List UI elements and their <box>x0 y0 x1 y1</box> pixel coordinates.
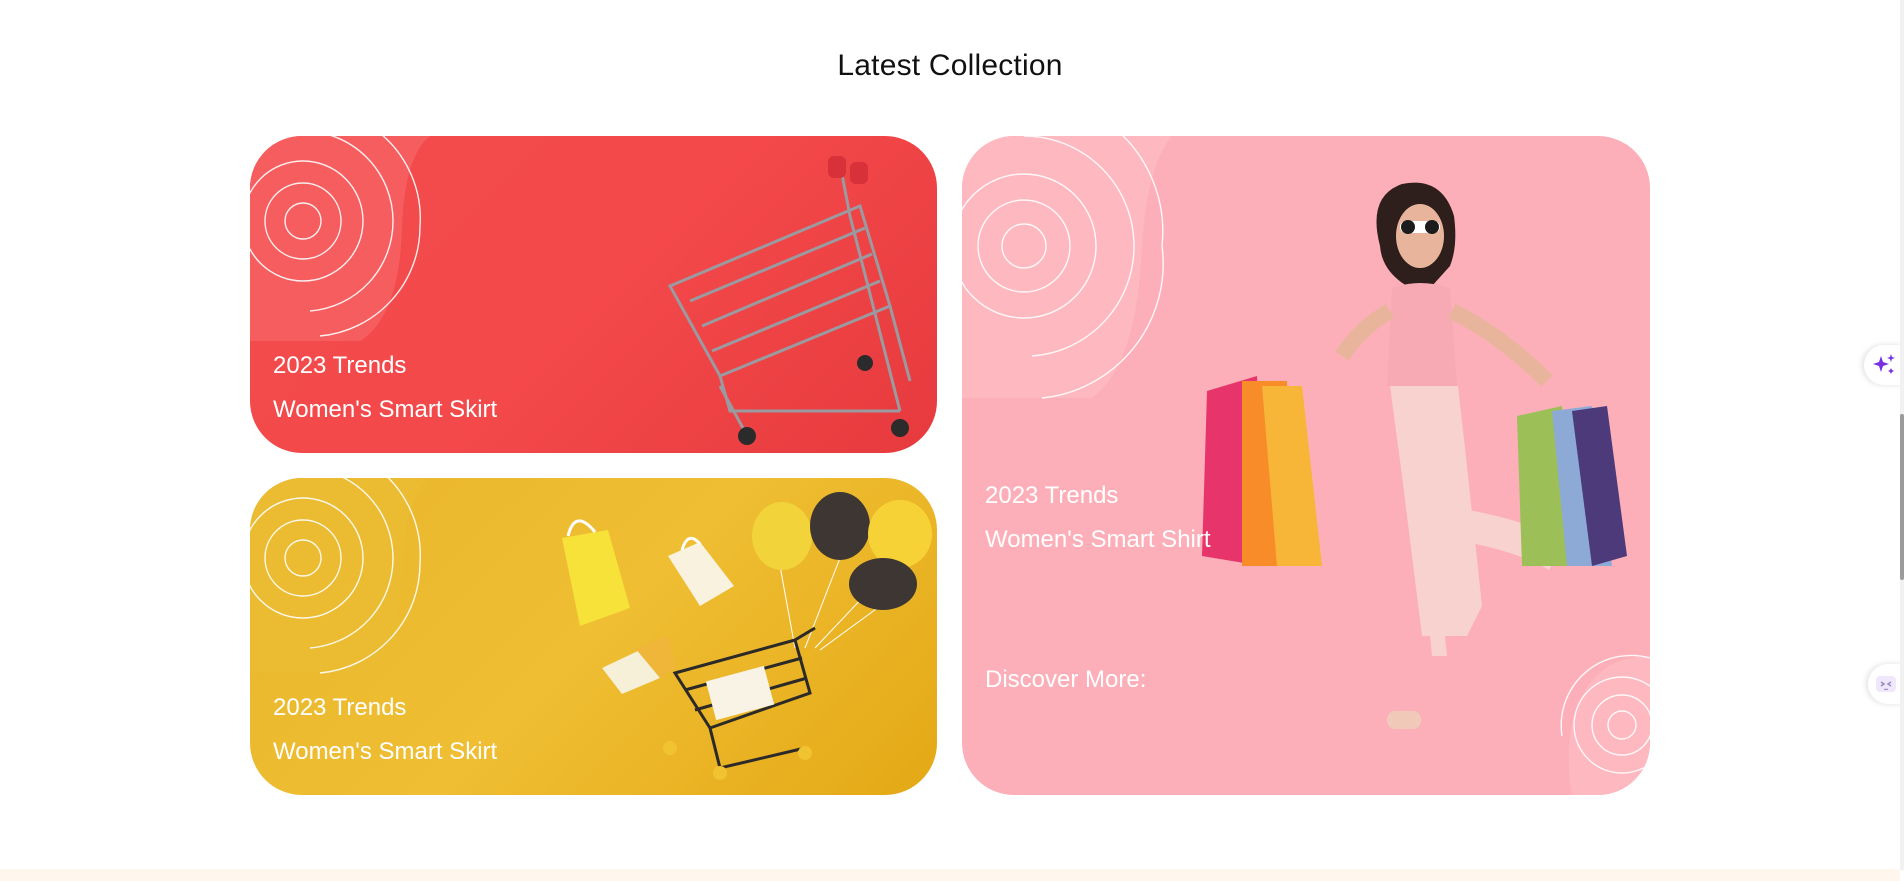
card-subtitle: 2023 Trends <box>985 482 1119 509</box>
discover-more-link[interactable]: Discover More: <box>985 658 1146 702</box>
scrollbar-thumb[interactable] <box>1900 414 1904 580</box>
chat-widget-button[interactable] <box>1868 664 1904 704</box>
balloons-illustration <box>752 492 932 651</box>
ai-assistant-button[interactable] <box>1864 345 1904 385</box>
card-title: Women's Smart Shirt <box>985 526 1211 553</box>
sparkle-icon <box>1873 354 1895 374</box>
card-subtitle: 2023 Trends <box>273 694 407 721</box>
card-caption: 2023 Trends Women's Smart Shirt <box>985 474 1211 562</box>
footer-strip <box>0 869 1900 881</box>
section-title: Latest Collection <box>837 48 1063 82</box>
cart-handle <box>828 156 868 184</box>
chat-face-icon <box>1876 676 1896 692</box>
card-title: Women's Smart Skirt <box>273 396 498 423</box>
card-caption: 2023 Trends Women's Smart Skirt <box>273 344 497 432</box>
cart-wheels <box>738 355 909 445</box>
card-title: Women's Smart Skirt <box>273 738 498 765</box>
collection-card-red[interactable]: 2023 Trends Women's Smart Skirt <box>250 136 937 453</box>
card-subtitle: 2023 Trends <box>273 352 407 379</box>
page: Latest Collection 2023 Trends Women's Sm… <box>0 0 1904 881</box>
scrollbar-track[interactable] <box>1900 0 1904 870</box>
shopping-cart-illustration <box>667 163 912 442</box>
collection-card-yellow[interactable]: 2023 Trends Women's Smart Skirt <box>250 478 937 795</box>
collection-card-pink[interactable]: 2023 Trends Women's Smart Shirt Discover… <box>962 136 1650 795</box>
shopping-bags-illustration <box>562 519 734 694</box>
card-caption: 2023 Trends Women's Smart Skirt <box>273 686 497 774</box>
